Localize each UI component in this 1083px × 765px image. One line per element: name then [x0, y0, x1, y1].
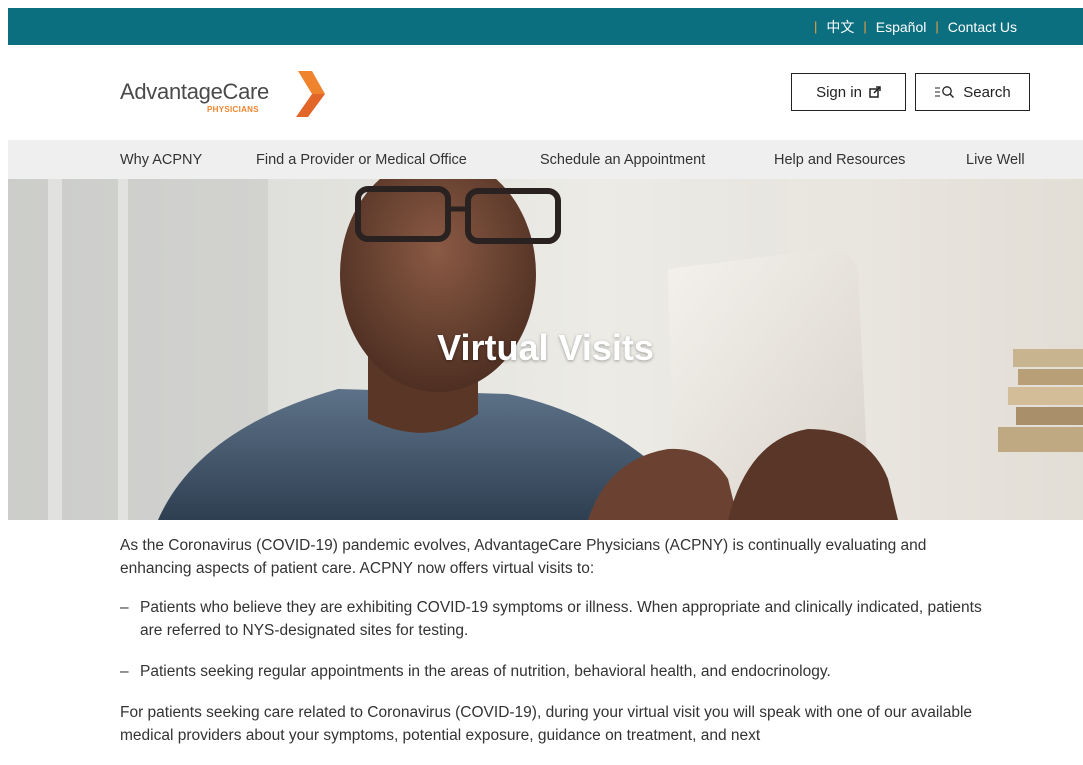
- nav-help-resources[interactable]: Help and Resources: [774, 152, 905, 168]
- search-icon: [935, 86, 955, 98]
- chevron-logo-mark-icon: [296, 71, 325, 117]
- sign-in-button[interactable]: Sign in: [791, 73, 906, 111]
- list-item: Patients who believe they are exhibiting…: [120, 596, 1000, 642]
- services-list: Patients who believe they are exhibiting…: [120, 596, 1000, 683]
- covid-paragraph: For patients seeking care related to Cor…: [120, 704, 973, 744]
- brand-subtitle: PHYSICIANS: [207, 105, 259, 114]
- utility-bar: | 中文 | Español | Contact Us: [8, 8, 1083, 45]
- hero-title: Virtual Visits: [437, 327, 654, 368]
- utility-separator: |: [863, 19, 867, 34]
- page: | 中文 | Español | Contact Us AdvantageCar…: [0, 0, 1083, 765]
- nav-schedule-appointment[interactable]: Schedule an Appointment: [540, 152, 705, 168]
- language-chinese-link[interactable]: 中文: [826, 17, 854, 37]
- main-content: As the Coronavirus (COVID-19) pandemic e…: [120, 534, 1000, 747]
- contact-us-link[interactable]: Contact Us: [948, 19, 1017, 35]
- intro-paragraph: As the Coronavirus (COVID-19) pandemic e…: [120, 537, 927, 577]
- sign-in-label: Sign in: [816, 83, 862, 101]
- site-header: AdvantageCare PHYSICIANS Sign in Search: [0, 45, 1083, 140]
- language-spanish-link[interactable]: Español: [876, 19, 927, 35]
- nav-find-provider[interactable]: Find a Provider or Medical Office: [256, 152, 467, 168]
- search-label: Search: [963, 83, 1011, 101]
- nav-live-well[interactable]: Live Well: [966, 152, 1025, 168]
- utility-separator: |: [813, 19, 818, 34]
- search-button[interactable]: Search: [915, 73, 1030, 111]
- list-item: Patients seeking regular appointments in…: [120, 660, 1000, 683]
- external-link-icon: [869, 86, 881, 98]
- nav-why-acpny[interactable]: Why ACPNY: [120, 152, 202, 168]
- hero-banner: Virtual Visits: [8, 179, 1083, 520]
- utility-separator: |: [935, 19, 939, 34]
- main-nav: Why ACPNY Find a Provider or Medical Off…: [8, 140, 1083, 179]
- brand-name: AdvantageCare: [120, 79, 269, 104]
